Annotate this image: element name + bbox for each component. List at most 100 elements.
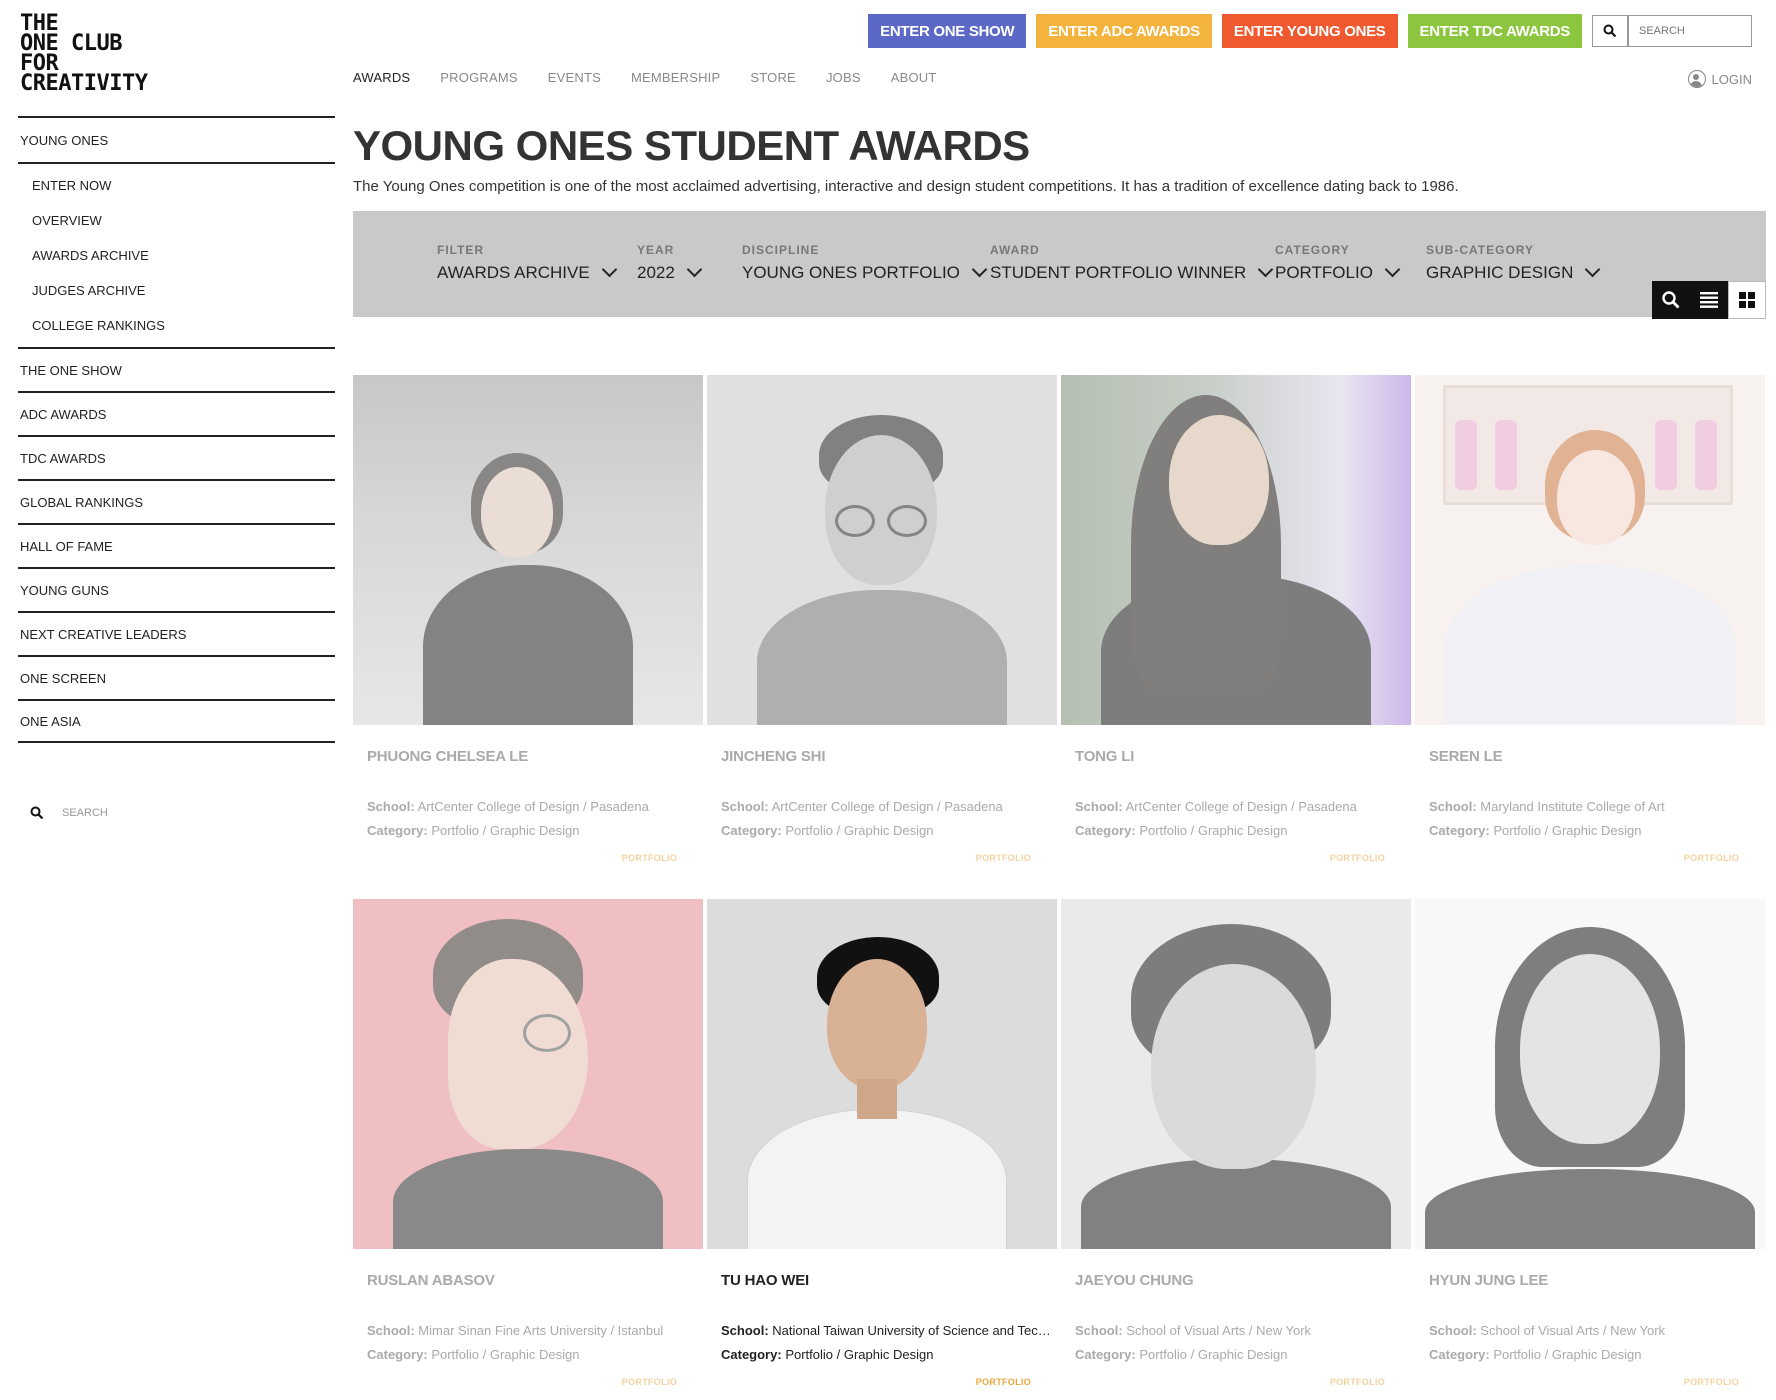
portfolio-tag[interactable]: PORTFOLIO [976,1377,1031,1387]
filter-type[interactable]: FILTER AWARDS ARCHIVE [437,243,617,283]
winner-photo[interactable] [1061,899,1411,1249]
filter-label: DISCIPLINE [742,243,820,257]
winner-photo[interactable] [1415,899,1765,1249]
winner-name[interactable]: RUSLAN ABASOV [367,1272,495,1289]
sidebar-item-hall-of-fame[interactable]: HALL OF FAME [18,523,335,567]
winner-photo[interactable] [353,899,703,1249]
sidebar-item-tdc-awards[interactable]: TDC AWARDS [18,435,335,479]
portfolio-tag[interactable]: PORTFOLIO [976,853,1031,863]
logo-line: CREATIVITY [20,71,148,96]
enter-tdc-awards-button[interactable]: ENTER TDC AWARDS [1407,14,1582,48]
winner-name[interactable]: PHUONG CHELSEA LE [367,748,528,765]
chevron-down-icon [1258,261,1274,278]
winner-photo[interactable] [353,375,703,725]
portfolio-tag[interactable]: PORTFOLIO [1684,1377,1739,1387]
filter-label: AWARD [990,243,1040,257]
winner-name[interactable]: HYUN JUNG LEE [1429,1272,1548,1289]
winner-card[interactable]: JAEYOU CHUNG School: School of Visual Ar… [1061,899,1411,1400]
winner-card[interactable]: SEREN LE School: Maryland Institute Coll… [1415,375,1765,899]
filter-sub-category[interactable]: SUB-CATEGORY GRAPHIC DESIGN [1426,243,1601,283]
winner-card[interactable]: JINCHENG SHI School: ArtCenter College o… [707,375,1057,899]
portfolio-tag[interactable]: PORTFOLIO [1330,853,1385,863]
filter-value[interactable]: 2022 [637,261,703,283]
sidebar-item-one-show[interactable]: THE ONE SHOW [18,347,335,391]
winner-photo[interactable] [1061,375,1411,725]
header-search-input[interactable] [1628,15,1752,47]
login-link[interactable]: LOGIN [1687,70,1752,88]
winner-name[interactable]: SEREN LE [1429,748,1503,765]
filter-category[interactable]: CATEGORY PORTFOLIO [1275,243,1401,283]
nav-membership[interactable]: MEMBERSHIP [631,70,720,85]
winner-school: School: Mimar Sinan Fine Arts University… [367,1323,664,1338]
filter-value[interactable]: GRAPHIC DESIGN [1426,261,1601,283]
sidebar-item-one-asia[interactable]: ONE ASIA [18,699,335,743]
sidebar-item-global-rankings[interactable]: GLOBAL RANKINGS [18,479,335,523]
sidebar-subitem-judges-archive[interactable]: JUDGES ARCHIVE [18,273,335,308]
sidebar-item-adc-awards[interactable]: ADC AWARDS [18,391,335,435]
winner-name[interactable]: JAEYOU CHUNG [1075,1272,1194,1289]
filter-value[interactable]: YOUNG ONES PORTFOLIO [742,261,988,283]
sidebar-search[interactable]: SEARCH [30,806,108,820]
nav-programs[interactable]: PROGRAMS [440,70,517,85]
filter-value[interactable]: STUDENT PORTFOLIO WINNER [990,261,1274,283]
winner-school: School: ArtCenter College of Design / Pa… [367,799,649,814]
winner-card[interactable]: TU HAO WEI School: National Taiwan Unive… [707,899,1057,1400]
winner-name[interactable]: TONG LI [1075,748,1134,765]
sidebar-subitem-college-rankings[interactable]: COLLEGE RANKINGS [18,308,335,343]
sidebar-item-young-guns[interactable]: YOUNG GUNS [18,567,335,611]
winner-photo[interactable] [707,899,1057,1249]
filter-label: CATEGORY [1275,243,1350,257]
search-button[interactable] [1592,15,1628,47]
winner-school: School: National Taiwan University of Sc… [721,1323,1051,1338]
filter-value[interactable]: AWARDS ARCHIVE [437,261,617,283]
winner-name[interactable]: JINCHENG SHI [721,748,825,765]
sidebar-item-young-ones[interactable]: YOUNG ONES [18,118,335,162]
sidebar-search-placeholder: SEARCH [62,807,108,819]
chevron-down-icon [1585,261,1601,278]
winner-card[interactable]: HYUN JUNG LEE School: School of Visual A… [1415,899,1765,1400]
enter-one-show-button[interactable]: ENTER ONE SHOW [868,14,1027,48]
sidebar-item-next-creative-leaders[interactable]: NEXT CREATIVE LEADERS [18,611,335,655]
winner-card[interactable]: RUSLAN ABASOV School: Mimar Sinan Fine A… [353,899,703,1400]
chevron-down-icon [601,261,617,278]
portfolio-tag[interactable]: PORTFOLIO [1330,1377,1385,1387]
search-view-button[interactable] [1652,281,1690,319]
grid-view-button[interactable] [1728,281,1766,319]
enter-young-ones-button[interactable]: ENTER YOUNG ONES [1221,14,1398,48]
winner-card[interactable]: PHUONG CHELSEA LE School: ArtCenter Coll… [353,375,703,899]
filter-label: FILTER [437,243,485,257]
sidebar-subitem-enter-now[interactable]: ENTER NOW [18,168,335,203]
winner-name[interactable]: TU HAO WEI [721,1272,809,1289]
portfolio-tag[interactable]: PORTFOLIO [622,1377,677,1387]
nav-about[interactable]: ABOUT [891,70,937,85]
nav-jobs[interactable]: JOBS [826,70,861,85]
chevron-down-icon [971,261,988,278]
nav-store[interactable]: STORE [750,70,796,85]
page-title: YOUNG ONES STUDENT AWARDS [353,122,1030,169]
search-icon [30,806,44,820]
winner-category: Category: Portfolio / Graphic Design [721,1347,934,1362]
filter-discipline[interactable]: DISCIPLINE YOUNG ONES PORTFOLIO [742,243,988,283]
filter-year[interactable]: YEAR 2022 [637,243,703,283]
nav-awards[interactable]: AWARDS [353,70,410,85]
winner-photo[interactable] [1415,375,1765,725]
winner-card[interactable]: TONG LI School: ArtCenter College of Des… [1061,375,1411,899]
winner-category: Category: Portfolio / Graphic Design [1075,1347,1288,1362]
winner-category: Category: Portfolio / Graphic Design [1429,823,1642,838]
grid-icon [1739,292,1755,308]
chevron-down-icon [1384,261,1401,278]
portfolio-tag[interactable]: PORTFOLIO [1684,853,1739,863]
nav-events[interactable]: EVENTS [548,70,601,85]
winner-category: Category: Portfolio / Graphic Design [367,1347,580,1362]
list-view-button[interactable] [1690,281,1728,319]
portfolio-tag[interactable]: PORTFOLIO [622,853,677,863]
sidebar-subitem-awards-archive[interactable]: AWARDS ARCHIVE [18,238,335,273]
sidebar-item-one-screen[interactable]: ONE SCREEN [18,655,335,699]
enter-adc-awards-button[interactable]: ENTER ADC AWARDS [1036,14,1212,48]
winner-photo[interactable] [707,375,1057,725]
sidebar-subitem-overview[interactable]: OVERVIEW [18,203,335,238]
filter-award[interactable]: AWARD STUDENT PORTFOLIO WINNER [990,243,1274,283]
winner-school: School: Maryland Institute College of Ar… [1429,799,1665,814]
one-club-logo[interactable]: THE ONE CLUB FOR CREATIVITY [20,13,150,96]
filter-value[interactable]: PORTFOLIO [1275,261,1401,283]
